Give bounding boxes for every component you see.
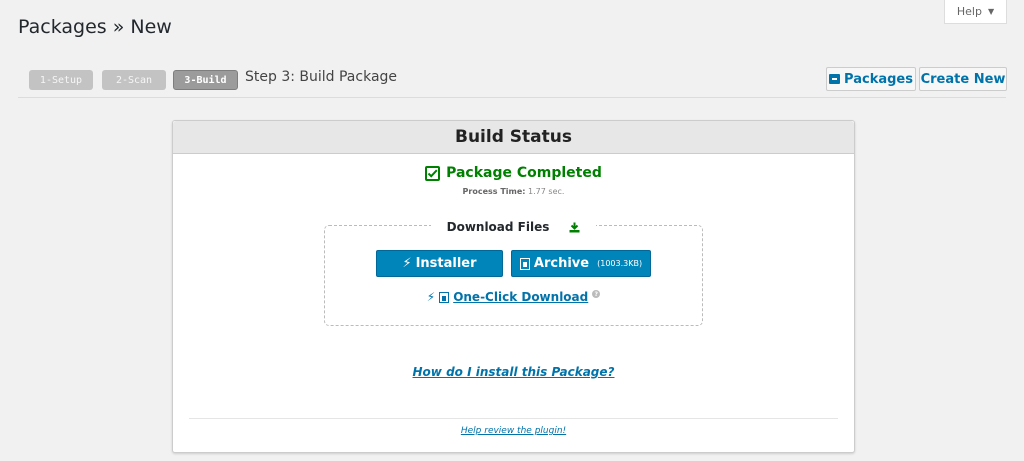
- step-build: 3-Build: [173, 70, 238, 90]
- process-time: Process Time: 1.77 sec.: [173, 187, 854, 196]
- create-new-button[interactable]: Create New: [919, 67, 1007, 91]
- file-archive-icon: [519, 257, 530, 270]
- packages-button[interactable]: Packages: [826, 67, 916, 91]
- one-click-download: ⚡ One-Click Download ?: [325, 290, 702, 304]
- installer-button[interactable]: ⚡ Installer: [376, 250, 503, 277]
- download-files-legend: Download Files: [430, 220, 597, 234]
- process-time-label: Process Time:: [462, 187, 526, 196]
- file-archive-icon: [439, 291, 450, 303]
- archive-size: (1003.3KB): [597, 259, 643, 268]
- archive-button-label: Archive: [533, 256, 590, 271]
- create-new-button-label: Create New: [920, 71, 1006, 87]
- process-time-value: 1.77 sec.: [528, 187, 565, 196]
- packages-button-label: Packages: [844, 71, 913, 87]
- bolt-icon: ⚡: [426, 290, 436, 304]
- status-text: Package Completed: [446, 165, 602, 181]
- review-plugin-link[interactable]: Help review the plugin!: [461, 426, 566, 436]
- help-label: Help: [956, 5, 982, 18]
- steps-bar: 1-Setup 2-Scan 3-Build Step 3: Build Pac…: [18, 67, 1007, 98]
- panel-footer: Help review the plugin!: [189, 418, 838, 436]
- archive-box-icon: [829, 74, 841, 84]
- howto-install-link[interactable]: How do I install this Package?: [413, 365, 615, 379]
- installer-button-label: Installer: [415, 256, 477, 271]
- page-title: Packages » New: [18, 16, 172, 38]
- archive-button[interactable]: Archive (1003.3KB): [511, 250, 651, 277]
- package-status: Package Completed: [173, 165, 854, 181]
- check-square-icon: [425, 165, 441, 181]
- caret-down-icon: ▼: [987, 7, 995, 16]
- one-click-download-link[interactable]: One-Click Download: [453, 290, 588, 304]
- download-icon: [561, 221, 589, 233]
- question-icon[interactable]: ?: [592, 290, 601, 298]
- step-setup: 1-Setup: [29, 70, 93, 90]
- bolt-icon: ⚡: [402, 256, 412, 271]
- download-files-label: Download Files: [438, 220, 558, 234]
- panel-title: Build Status: [173, 121, 854, 154]
- step-scan: 2-Scan: [102, 70, 166, 90]
- download-files-box: Download Files ⚡ Installer Archive (1003…: [324, 220, 703, 326]
- howto-install: How do I install this Package?: [173, 365, 854, 379]
- build-status-panel: Build Status Package Completed Process T…: [172, 120, 855, 453]
- help-tab[interactable]: Help ▼: [944, 0, 1007, 24]
- step-current-label: Step 3: Build Package: [245, 69, 398, 85]
